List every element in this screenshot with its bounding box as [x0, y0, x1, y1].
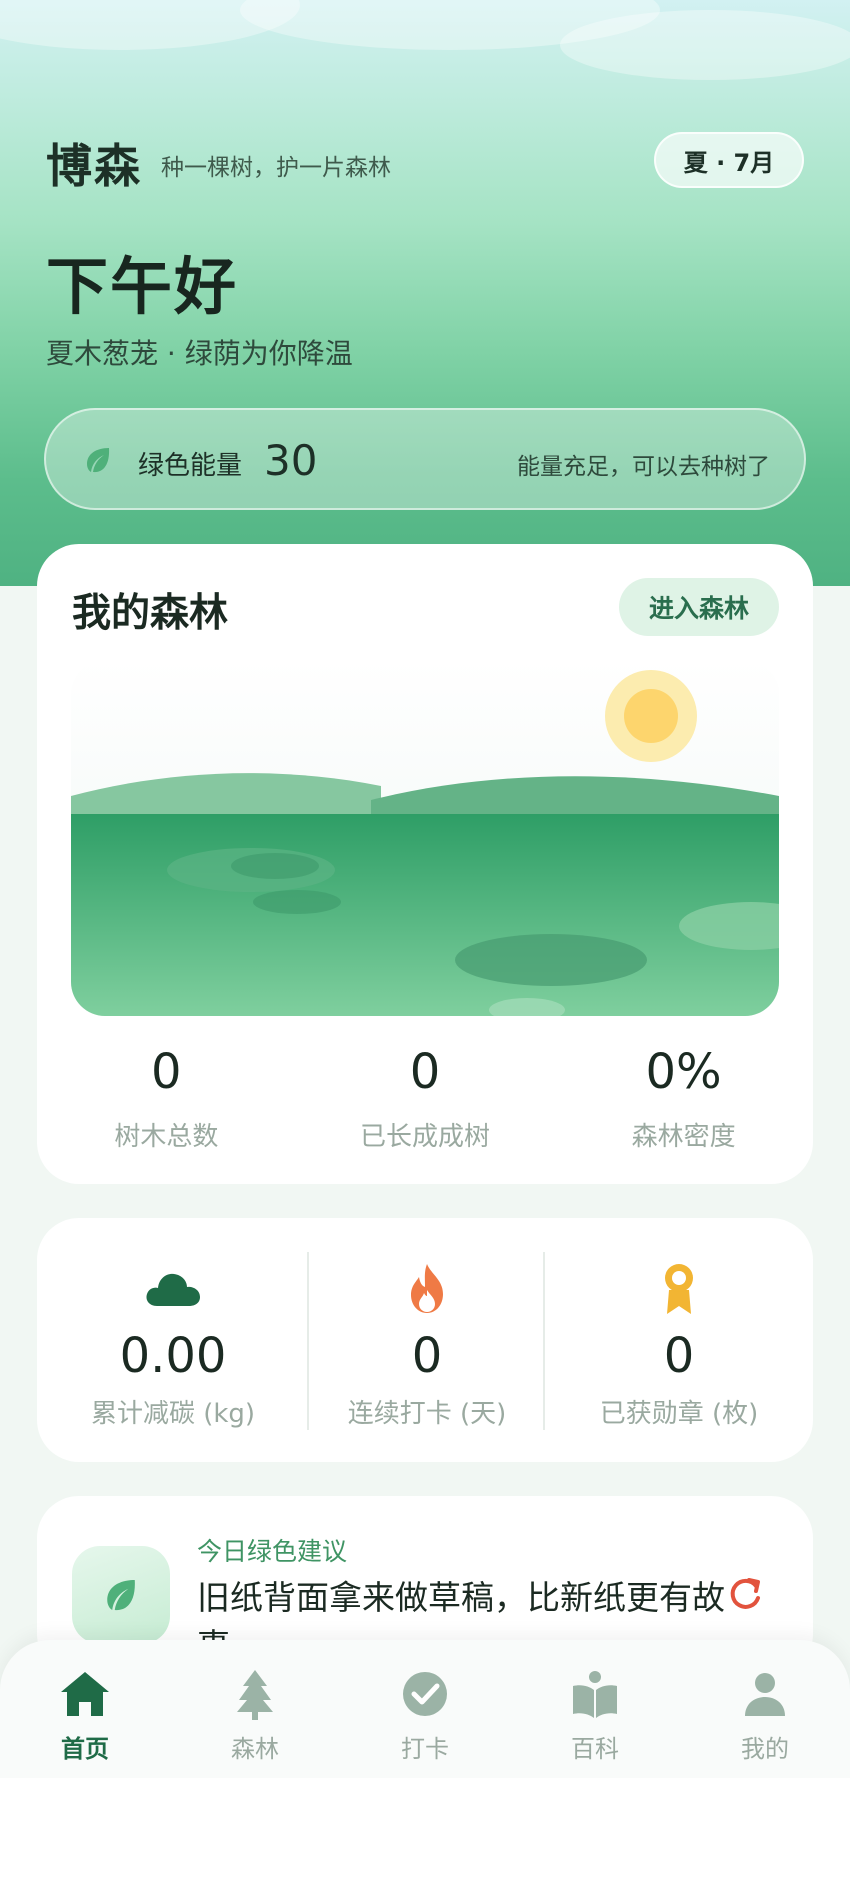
leaf-icon: [107, 1580, 135, 1611]
tab-profile[interactable]: 我的: [680, 1640, 850, 1778]
greeting-title: 下午好: [46, 250, 239, 323]
tab-checkin[interactable]: 打卡: [340, 1640, 510, 1778]
leaf-icon: [87, 448, 110, 473]
cloud-icon: [146, 1273, 200, 1306]
tab-forest[interactable]: 森林: [170, 1640, 340, 1778]
stat-value: 0: [409, 1044, 441, 1100]
forest-scene[interactable]: [71, 660, 779, 1016]
flame-icon: [411, 1264, 443, 1313]
metric-value: 0: [411, 1328, 443, 1384]
metric-streak[interactable]: 0 连续打卡 (天): [309, 1218, 545, 1462]
brand-title: 博森: [46, 139, 142, 193]
metric-carbon[interactable]: 0.00 累计减碳 (kg): [37, 1218, 309, 1462]
tab-label: 打卡: [401, 1735, 449, 1763]
season-badge[interactable]: 夏 · 7月: [654, 132, 804, 188]
tip-label: 今日绿色建议: [197, 1537, 348, 1566]
metric-label: 已获勋章 (枚): [599, 1399, 759, 1429]
tab-label: 我的: [741, 1735, 789, 1763]
metric-value: 0.00: [119, 1328, 227, 1384]
tip-icon-box: [72, 1546, 170, 1644]
hero-header: 博森 种一棵树，护一片森林 夏 · 7月 下午好 夏木葱茏 · 绿荫为你降温 绿…: [0, 0, 850, 586]
bottom-tab-bar: 首页 森林 打卡 百科 我的: [0, 1640, 850, 1778]
forest-title: 我的森林: [72, 591, 229, 636]
enter-forest-button[interactable]: 进入森林: [619, 578, 779, 636]
tab-encyclopedia[interactable]: 百科: [510, 1640, 680, 1778]
energy-bar[interactable]: 绿色能量 30 能量充足，可以去种树了: [44, 408, 806, 510]
stat-total-trees: 0 树木总数: [37, 1044, 296, 1153]
metric-value: 0: [663, 1328, 695, 1384]
tree-icon: [237, 1670, 273, 1720]
stat-label: 森林密度: [631, 1122, 736, 1152]
energy-value: 30: [264, 436, 318, 485]
tab-label: 百科: [571, 1735, 619, 1763]
tab-label: 森林: [231, 1735, 279, 1763]
metrics-card: 0.00 累计减碳 (kg) 0 连续打卡 (天) 0 已获勋章 (枚): [37, 1218, 813, 1462]
stat-label: 树木总数: [114, 1122, 219, 1152]
tab-home[interactable]: 首页: [0, 1640, 170, 1778]
stat-grown-trees: 0 已长成成树: [296, 1044, 555, 1153]
forest-stats: 0 树木总数 0 已长成成树 0% 森林密度: [37, 1044, 813, 1153]
book-icon: [573, 1671, 617, 1718]
metric-medals[interactable]: 0 已获勋章 (枚): [545, 1218, 813, 1462]
medal-icon: [665, 1264, 693, 1314]
stat-value: 0%: [645, 1044, 722, 1100]
stat-value: 0: [151, 1044, 182, 1100]
metric-label: 累计减碳 (kg): [90, 1399, 256, 1429]
sun-icon: [624, 689, 678, 743]
metric-label: 连续打卡 (天): [347, 1399, 507, 1429]
cloud-decoration: [560, 10, 850, 80]
refresh-icon[interactable]: [725, 1574, 765, 1614]
system-bottom-area: [0, 1778, 850, 1883]
greeting-subtitle: 夏木葱茏 · 绿荫为你降温: [46, 337, 353, 370]
check-circle-icon: [403, 1672, 447, 1716]
energy-hint: 能量充足，可以去种树了: [517, 454, 770, 480]
stat-label: 已长成成树: [359, 1122, 490, 1152]
my-forest-card: 我的森林 进入森林 0 树木总数 0 已长成成树 0% 森林密度: [37, 544, 813, 1184]
home-icon: [61, 1672, 109, 1716]
stat-forest-density: 0% 森林密度: [554, 1044, 813, 1153]
energy-label: 绿色能量: [138, 451, 243, 481]
tab-label: 首页: [61, 1735, 109, 1763]
user-icon: [745, 1673, 785, 1716]
brand-slogan: 种一棵树，护一片森林: [161, 155, 391, 181]
